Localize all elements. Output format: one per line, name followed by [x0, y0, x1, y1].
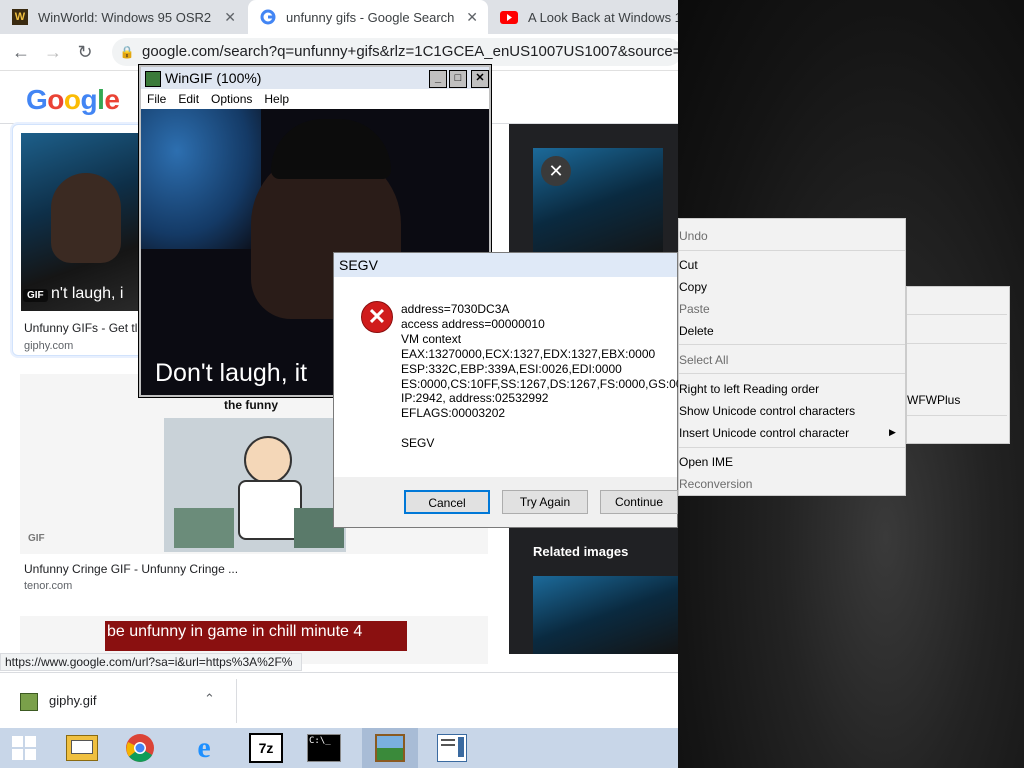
person-hat — [271, 119, 391, 179]
minimize-icon[interactable]: _ — [429, 70, 447, 88]
result-source: tenor.com — [24, 580, 73, 592]
7zip-icon[interactable]: 7z — [238, 728, 294, 768]
wingif-menubar: File Edit Options Help — [141, 89, 489, 109]
menu-separator — [679, 344, 905, 345]
lock-icon: 🔒 — [119, 45, 135, 59]
wingif-app-icon — [145, 71, 161, 87]
back-icon[interactable]: ← — [10, 41, 32, 63]
close-icon[interactable]: ✕ — [541, 156, 571, 186]
tab-label: WinWorld: Windows 95 OSR2 (O — [38, 9, 215, 25]
file-manager-icon[interactable] — [54, 728, 110, 768]
try-again-button[interactable]: Try Again — [502, 490, 588, 514]
gif-badge: GIF — [28, 533, 45, 544]
youtube-icon — [500, 10, 518, 24]
submenu-arrow-icon: ▶ — [889, 427, 896, 437]
background-menu: WFWPlus — [906, 286, 1010, 444]
divider — [236, 679, 237, 723]
wingif-title: WinGIF (100%) — [165, 70, 262, 86]
menu-separator — [907, 314, 1007, 315]
menu-item-open-ime[interactable]: Open IME — [679, 452, 733, 472]
notepad-icon[interactable] — [424, 728, 480, 768]
download-filename[interactable]: giphy.gif — [49, 693, 96, 708]
menu-separator — [679, 447, 905, 448]
close-icon[interactable]: ✕ — [456, 9, 488, 26]
menu-separator — [679, 373, 905, 374]
menu-item-paste[interactable]: Paste — [679, 299, 710, 319]
winworld-icon: W — [12, 9, 28, 25]
tab-label: A Look Back at Windows 10 — [528, 9, 678, 25]
tab-label: unfunny gifs - Google Search — [286, 9, 455, 25]
menu-item-show-unicode[interactable]: Show Unicode control characters — [679, 401, 855, 421]
menu-item-reconversion[interactable]: Reconversion — [679, 474, 752, 494]
menu-help[interactable]: Help — [264, 92, 289, 106]
menu-item-insert-unicode[interactable]: Insert Unicode control character — [679, 423, 849, 443]
close-icon[interactable]: ✕ — [471, 70, 489, 88]
menu-item-cut[interactable]: Cut — [679, 255, 698, 275]
gif-background-light — [141, 109, 261, 249]
reload-icon[interactable]: ↻ — [74, 41, 96, 63]
chevron-up-icon[interactable]: ⌃ — [204, 691, 215, 707]
dialog-body: ✕ address=7030DC3A access address=000000… — [334, 277, 696, 477]
thumbnail-top-text: the funny — [224, 398, 278, 412]
7zip-label: 7z — [249, 733, 283, 763]
command-prompt-icon[interactable]: C:\_ — [296, 728, 352, 768]
menu-separator — [907, 343, 1007, 344]
cartoon-body — [238, 480, 302, 540]
maximize-icon[interactable]: □ — [449, 70, 467, 88]
internet-explorer-icon[interactable]: e — [176, 728, 232, 768]
menu-item-select-all[interactable]: Select All — [679, 350, 728, 370]
dialog-title[interactable]: SEGV — [334, 253, 677, 277]
related-image-thumbnail[interactable] — [533, 576, 678, 654]
thumbnail-overlay-text: n't laugh, i — [51, 285, 124, 302]
segv-error-dialog[interactable]: SEGV ✕ address=7030DC3A access address=0… — [333, 252, 696, 528]
tab-google-search[interactable]: unfunny gifs - Google Search ✕ — [248, 0, 488, 34]
menu-item-undo[interactable]: Undo — [679, 226, 708, 246]
gif-file-icon — [20, 693, 38, 711]
error-message: address=7030DC3A access address=00000010… — [401, 302, 696, 451]
picture-icon[interactable] — [362, 728, 418, 768]
result-thumbnail: n't laugh, i GIF — [21, 133, 143, 311]
continue-button[interactable]: Continue — [600, 490, 678, 514]
menu-item-rtl-reading-order[interactable]: Right to left Reading order — [679, 379, 819, 399]
result-caption[interactable]: Unfunny GIFs - Get tl — [24, 321, 137, 335]
result-banner-text: be unfunny in game in chill minute 4 — [105, 621, 407, 651]
google-logo[interactable]: Google — [26, 84, 120, 116]
cmd-label: C:\_ — [307, 734, 341, 762]
gif-badge: GIF — [23, 289, 48, 302]
image-result[interactable]: n't laugh, i GIF Unfunny GIFs - Get tl g… — [12, 124, 144, 356]
background-menu-item[interactable]: WFWPlus — [907, 393, 960, 407]
cartoon-head — [244, 436, 292, 484]
cartoon-machine — [174, 508, 234, 548]
link-status-bar: https://www.google.com/url?sa=i&url=http… — [0, 653, 302, 671]
start-icon[interactable] — [0, 728, 48, 768]
forward-icon[interactable]: → — [42, 41, 64, 63]
menu-item-delete[interactable]: Delete — [679, 321, 714, 341]
menu-edit[interactable]: Edit — [178, 92, 199, 106]
menu-item-copy[interactable]: Copy — [679, 277, 707, 297]
related-images-heading: Related images — [533, 544, 629, 559]
taskbar: e 7z C:\_ — [0, 728, 678, 768]
google-icon — [260, 9, 276, 25]
wingif-titlebar[interactable]: WinGIF (100%) _ □ ✕ — [141, 67, 489, 89]
tab-youtube[interactable]: A Look Back at Windows 10 — [488, 0, 678, 34]
context-menu: Undo Cut Copy Paste Delete Select All Ri… — [678, 218, 906, 496]
menu-options[interactable]: Options — [211, 92, 252, 106]
menu-separator — [679, 250, 905, 251]
cartoon-image — [164, 418, 346, 552]
menu-separator — [907, 415, 1007, 416]
gif-caption-text: Don't laugh, it — [155, 359, 308, 387]
close-icon[interactable]: ✕ — [214, 9, 246, 26]
address-bar-url: google.com/search?q=unfunny+gifs&rlz=1C1… — [142, 43, 678, 60]
menu-file[interactable]: File — [147, 92, 166, 106]
error-icon: ✕ — [361, 301, 393, 333]
tab-winworld[interactable]: W WinWorld: Windows 95 OSR2 (O ✕ — [0, 0, 246, 34]
result-source: giphy.com — [24, 340, 74, 352]
download-shelf: giphy.gif ⌃ — [0, 672, 678, 728]
tab-strip: W WinWorld: Windows 95 OSR2 (O ✕ unfunny… — [0, 0, 678, 34]
chrome-icon[interactable] — [112, 728, 168, 768]
person-silhouette — [51, 173, 121, 263]
cancel-button[interactable]: Cancel — [404, 490, 490, 514]
result-caption[interactable]: Unfunny Cringe GIF - Unfunny Cringe ... — [24, 562, 238, 576]
address-bar[interactable]: 🔒 google.com/search?q=unfunny+gifs&rlz=1C… — [112, 38, 678, 66]
